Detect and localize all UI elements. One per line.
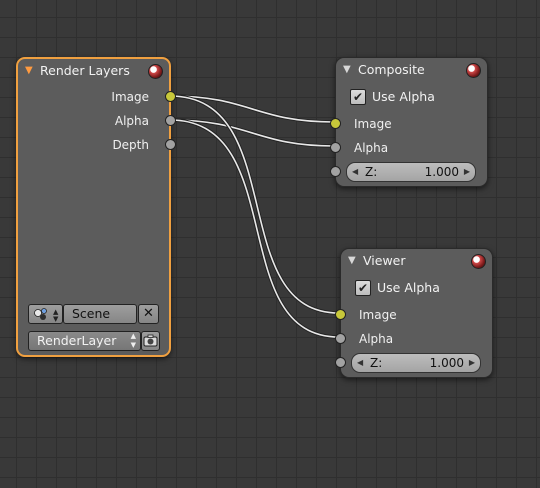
input-socket-alpha[interactable] — [330, 142, 341, 153]
z-label: Z: — [365, 165, 378, 179]
z-value-field[interactable]: ◀ Z: 1.000 ▶ — [351, 353, 481, 373]
checkmark-icon[interactable]: ✔ — [350, 89, 366, 105]
increment-arrow-icon[interactable]: ▶ — [464, 163, 470, 181]
z-value: 1.000 — [424, 165, 459, 179]
updown-arrows-icon: ▲ ▼ — [130, 332, 136, 349]
composite-node[interactable]: ▼ Composite ✔ Use Alpha Image Alpha ◀ Z:… — [335, 57, 488, 187]
scene-name-field[interactable]: Scene — [63, 304, 137, 324]
collapse-arrow-icon[interactable]: ▼ — [25, 59, 33, 83]
close-icon: ✕ — [143, 306, 154, 321]
decrement-arrow-icon[interactable]: ◀ — [357, 354, 363, 372]
collapse-arrow-icon[interactable]: ▼ — [348, 249, 356, 273]
render-camera-icon — [143, 334, 158, 347]
output-socket-depth[interactable] — [165, 139, 176, 150]
output-socket-alpha[interactable] — [165, 115, 176, 126]
render-layer-select[interactable]: RenderLayer ▲ ▼ — [28, 331, 141, 351]
viewer-header[interactable]: ▼ Viewer — [341, 249, 492, 273]
checkmark-icon[interactable]: ✔ — [355, 280, 371, 296]
preview-ball-icon[interactable] — [466, 63, 481, 78]
svg-text:▼: ▼ — [53, 315, 59, 323]
output-label-alpha: Alpha — [114, 114, 149, 128]
use-alpha-label: Use Alpha — [377, 280, 440, 295]
input-label-alpha: Alpha — [359, 332, 394, 346]
scene-unlink-button[interactable]: ✕ — [138, 304, 159, 324]
node-title: Render Layers — [40, 63, 130, 78]
render-layers-node[interactable]: ▼ Render Layers Image Alpha Depth ▲ ▼ Sc… — [16, 57, 171, 357]
node-title: Composite — [358, 62, 425, 77]
link-alpha-to-viewer — [169, 118, 340, 339]
output-label-image: Image — [111, 90, 149, 104]
scene-name: Scene — [72, 306, 111, 321]
z-value: 1.000 — [429, 356, 464, 370]
node-title: Viewer — [363, 253, 406, 268]
use-alpha-label: Use Alpha — [372, 89, 435, 104]
input-socket-z[interactable] — [330, 166, 341, 177]
increment-arrow-icon[interactable]: ▶ — [469, 354, 475, 372]
viewer-node[interactable]: ▼ Viewer ✔ Use Alpha Image Alpha ◀ Z: 1.… — [340, 248, 493, 378]
render-button[interactable] — [141, 331, 160, 351]
z-label: Z: — [370, 356, 383, 370]
collapse-arrow-icon[interactable]: ▼ — [343, 58, 351, 82]
output-socket-image[interactable] — [165, 91, 176, 102]
preview-ball-icon[interactable] — [148, 64, 163, 79]
input-socket-image[interactable] — [335, 309, 346, 320]
scene-browse-icon: ▲ ▼ — [34, 308, 59, 323]
composite-header[interactable]: ▼ Composite — [336, 58, 487, 82]
input-label-image: Image — [354, 117, 392, 131]
input-socket-alpha[interactable] — [335, 333, 346, 344]
input-socket-image[interactable] — [330, 118, 341, 129]
input-socket-z[interactable] — [335, 357, 346, 368]
scene-browse-button[interactable]: ▲ ▼ — [28, 304, 63, 324]
preview-ball-icon[interactable] — [471, 254, 486, 269]
input-label-image: Image — [359, 308, 397, 322]
render-layer-name: RenderLayer — [37, 333, 117, 348]
input-label-alpha: Alpha — [354, 141, 389, 155]
decrement-arrow-icon[interactable]: ◀ — [352, 163, 358, 181]
z-value-field[interactable]: ◀ Z: 1.000 ▶ — [346, 162, 476, 182]
link-image-to-viewer — [169, 94, 340, 315]
render-layers-header[interactable]: ▼ Render Layers — [18, 59, 169, 83]
output-label-depth: Depth — [112, 138, 149, 152]
